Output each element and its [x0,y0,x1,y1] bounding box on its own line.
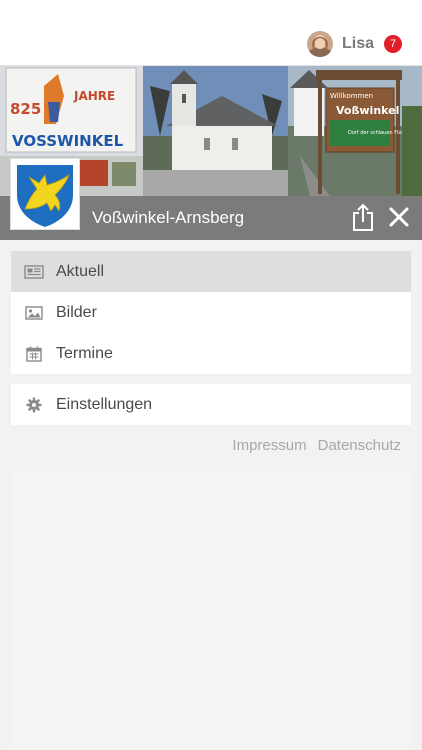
image-icon [24,305,44,321]
notification-badge[interactable]: 7 [384,35,402,53]
municipality-crest [10,158,80,230]
menu-item-label: Einstellungen [56,395,153,413]
datenschutz-link[interactable]: Datenschutz [318,437,401,454]
sign-jubilee-number: 825 [10,100,41,118]
close-icon [389,207,409,227]
close-button[interactable] [386,204,412,230]
menu-item-aktuell[interactable]: Aktuell [11,251,411,292]
footer-links: Impressum Datenschutz [221,435,401,455]
share-icon [353,203,373,231]
menu-item-termine[interactable]: Termine [11,333,411,374]
menu-item-einstellungen[interactable]: Einstellungen [11,384,411,425]
empty-content-area [11,465,411,750]
top-bar: Lisa 7 [0,0,422,66]
calendar-icon [24,346,44,362]
primary-menu: Aktuell Bilder Termine [11,251,411,374]
sign-jubilee-word: JAHRE [73,89,115,103]
username[interactable]: Lisa [342,35,374,53]
menu-item-label: Bilder [56,303,97,321]
secondary-menu: Einstellungen [11,384,411,425]
menu-item-label: Termine [56,344,113,362]
site-title: Voßwinkel-Arnsberg [92,208,245,227]
menu-item-label: Aktuell [56,262,105,280]
user-menu[interactable]: Lisa 7 [306,30,402,58]
menu-item-bilder[interactable]: Bilder [11,292,411,333]
share-button[interactable] [350,202,376,232]
avatar[interactable] [306,31,333,57]
gear-icon [24,397,44,413]
sign-left-name: VOSSWINKEL [12,132,124,150]
newspaper-icon [24,264,44,280]
sign-right-name: Voßwinkel [336,104,399,117]
impressum-link[interactable]: Impressum [232,437,306,454]
sign-right-welcome: Willkommen [330,92,373,100]
